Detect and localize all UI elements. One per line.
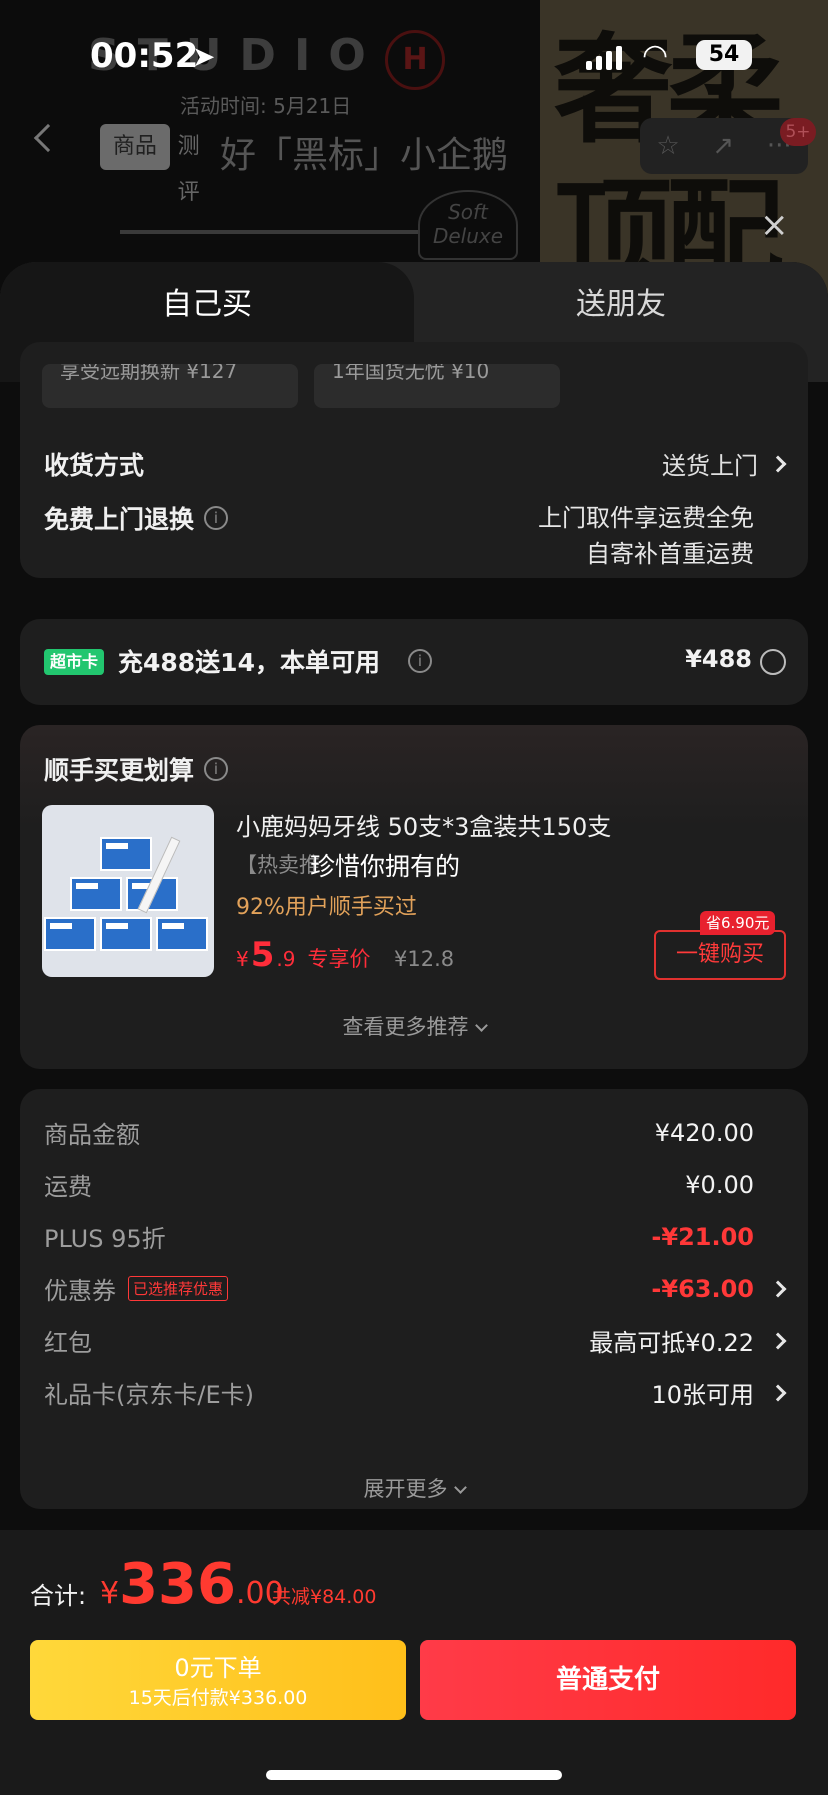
location-arrow-icon: ➤ (192, 40, 216, 73)
tab-send-to-friend[interactable]: 送朋友 (414, 262, 828, 352)
close-icon[interactable]: × (760, 208, 789, 242)
price-row-plus-discount: PLUS 95折 -¥21.00 (44, 1222, 754, 1254)
price-breakdown-card: 商品金额 ¥420.00 运费 ¥0.00 PLUS 95折 -¥21.00 优… (20, 1089, 808, 1509)
more-recommendations-link[interactable]: 查看更多推荐 (20, 1011, 808, 1041)
info-icon[interactable]: i (204, 506, 229, 530)
price-row-red-packet[interactable]: 红包 最高可抵¥0.22 (44, 1323, 787, 1358)
signal-icon (586, 44, 622, 70)
chevron-right-icon (769, 1332, 787, 1349)
total-price: ¥ 336 .00 (100, 1552, 284, 1617)
supermarket-card-offer[interactable]: 超市卡 充488送14，本单可用 i ¥488 (20, 619, 808, 705)
checkout-footer: 合计: ¥ 336 .00 共减¥84.00 0元下单 15天后付款¥336.0… (0, 1530, 828, 1795)
price-row-goods: 商品金额 ¥420.00 (44, 1118, 754, 1150)
recharge-price: ¥488 (685, 645, 752, 673)
message-badge: 5+ (780, 118, 816, 146)
shipping-method-value: 送货上门 (662, 452, 758, 480)
recommended-coupon-tag: 已选推荐优惠 (128, 1276, 229, 1301)
pay-later-button[interactable]: 0元下单 15天后付款¥336.00 (30, 1640, 406, 1720)
info-icon[interactable]: i (204, 757, 229, 781)
supermarket-card-badge: 超市卡 (44, 649, 105, 675)
exclusive-price: ¥ 5 .9 专享价 (236, 935, 371, 975)
info-icon[interactable]: i (408, 649, 432, 673)
service-chips: 享受远期换新 ¥127 1年国货无忧 ¥10 (42, 364, 560, 408)
one-click-buy-button[interactable]: 一键购买 (654, 930, 786, 980)
recommendation-title: 顺手买更划算 (44, 756, 195, 785)
chevron-down-icon (453, 1481, 467, 1494)
chevron-down-icon (474, 1019, 488, 1032)
free-return-value: 上门取件享运费全免 自寄补首重运费 (538, 504, 754, 568)
total-label: 合计: (30, 1582, 87, 1610)
recharge-offer-text: 充488送14，本单可用 (118, 648, 380, 677)
free-return-label: 免费上门退换 (44, 505, 195, 534)
product-name[interactable]: 小鹿妈妈牙线 50支*3盒装共150支 (236, 807, 611, 842)
status-time: 00:52 (90, 36, 199, 76)
delivery-card: 享受远期换新 ¥127 1年国货无忧 ¥10 收货方式 送货上门 免费上门退换 … (20, 342, 808, 578)
battery-icon: 54 (696, 40, 752, 70)
home-indicator[interactable] (266, 1770, 562, 1780)
service-chip[interactable]: 1年国货无忧 ¥10 (314, 364, 560, 408)
tab-review[interactable]: 测评 (178, 124, 216, 205)
purchase-stat: 92%用户顺手买过 (236, 895, 417, 920)
original-price: ¥12.8 (394, 947, 455, 971)
price-row-gift-card[interactable]: 礼品卡(京东卡/E卡) 10张可用 (44, 1375, 787, 1410)
normal-pay-button[interactable]: 普通支付 (420, 1640, 796, 1720)
recommendation-card: 顺手买更划算 i 小鹿妈妈牙线 50支*3盒装共150支 【热卖推 珍惜你拥有的… (20, 725, 808, 1069)
total-savings: 共减¥84.00 (272, 1586, 377, 1608)
radio-button[interactable] (760, 649, 786, 675)
product-title: 好「黑标」小企鹅 (220, 135, 509, 176)
shipping-method-label: 收货方式 (44, 451, 145, 480)
free-return-row: 免费上门退换 i 上门取件享运费全免 自寄补首重运费 (44, 500, 784, 572)
status-bar: 00:52 ➤ ◠ 54 (0, 0, 828, 110)
overlay-caption: 珍惜你拥有的 (310, 852, 461, 881)
savings-badge: 省6.90元 (700, 911, 776, 935)
share-icon[interactable]: ↗ (712, 131, 734, 161)
price-row-coupon[interactable]: 优惠券 已选推荐优惠 -¥63.00 (44, 1271, 787, 1306)
service-chip[interactable]: 享受远期换新 ¥127 (42, 364, 298, 408)
tab-product[interactable]: 商品 (100, 124, 170, 170)
expand-more-link[interactable]: 展开更多 (20, 1473, 808, 1503)
decor-line (120, 230, 420, 234)
soft-deluxe-emblem: Soft Deluxe (418, 190, 518, 260)
product-image[interactable] (42, 805, 214, 977)
product-tag: 【热卖推 (236, 853, 320, 877)
chevron-right-icon (769, 1280, 787, 1297)
shipping-method-row[interactable]: 收货方式 送货上门 (44, 446, 787, 482)
product-tabs: 商品 测评 (100, 124, 216, 205)
price-row-shipping: 运费 ¥0.00 (44, 1170, 754, 1202)
chevron-right-icon (769, 1384, 787, 1401)
star-icon[interactable]: ☆ (656, 131, 679, 161)
chevron-right-icon (769, 455, 787, 472)
wifi-icon: ◠ (642, 38, 669, 73)
back-icon[interactable] (33, 123, 63, 153)
